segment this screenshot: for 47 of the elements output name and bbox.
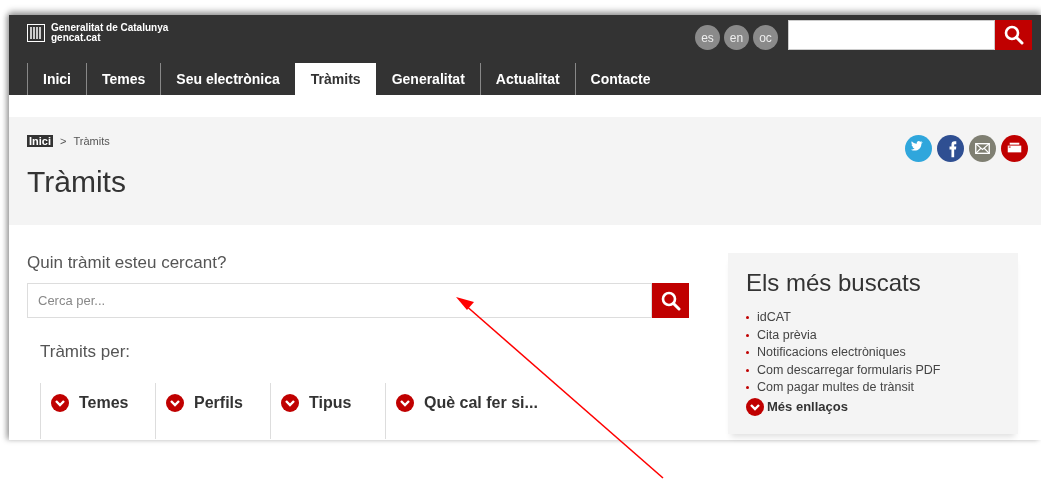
search-button[interactable] [652, 283, 689, 318]
popular-link[interactable]: Cita prèvia [757, 326, 817, 344]
search-label: Quin tràmit esteu cercant? [27, 253, 228, 273]
brand-site[interactable]: gencat.cat [51, 33, 169, 43]
popular-link[interactable]: idCAT [757, 309, 791, 327]
nav-tab[interactable]: Temes [86, 63, 161, 95]
chevron-down-icon [746, 397, 764, 416]
print-icon[interactable] [1001, 135, 1028, 162]
nav-tab[interactable]: Inici [27, 63, 86, 95]
category-tab[interactable]: Perfils [155, 383, 270, 439]
breadcrumb-current: Tràmits [73, 135, 110, 147]
search-field[interactable]: Cerca per... [27, 283, 652, 318]
breadcrumb-separator: > [60, 135, 67, 147]
more-links[interactable]: Més enllaços [746, 397, 1000, 416]
bullet-icon [746, 386, 749, 390]
category-tab[interactable]: Temes [40, 383, 155, 439]
category-tab[interactable]: Tipus [270, 383, 385, 439]
nav-tab[interactable]: Tràmits [294, 63, 376, 95]
bullet-icon [746, 351, 749, 355]
brand-name[interactable]: Generalitat de Catalunya [51, 23, 169, 33]
search-button[interactable] [995, 20, 1032, 50]
chevron-down-icon [51, 394, 69, 412]
card-title: Els més buscats [746, 269, 922, 297]
logo-icon [27, 24, 45, 42]
chevron-down-icon [166, 394, 184, 412]
mail-icon[interactable] [969, 135, 996, 162]
facebook-icon[interactable] [937, 135, 964, 162]
nav-tab[interactable]: Actualitat [479, 63, 575, 95]
page-title: Tràmits [27, 165, 127, 199]
breadcrumb-link[interactable]: Inici [27, 135, 53, 147]
bullet-icon [746, 316, 749, 320]
popular-link[interactable]: Notificacions electròniques [757, 344, 906, 362]
browse-label: Tràmits per: [40, 342, 132, 362]
popular-link[interactable]: Com descarregar formularis PDF [757, 361, 941, 379]
bullet-icon [746, 333, 749, 337]
category-tab[interactable]: Què cal fer si... [385, 383, 558, 439]
site-search-field[interactable] [788, 20, 995, 50]
nav-tab[interactable]: Seu electrònica [160, 63, 295, 95]
nav-tab[interactable]: Contacte [574, 63, 666, 95]
search-icon [660, 290, 681, 311]
search-icon [1003, 25, 1024, 45]
twitter-icon[interactable] [905, 135, 932, 162]
chevron-down-icon [396, 394, 414, 412]
nav-tab[interactable]: Generalitat [375, 63, 480, 95]
bullet-icon [746, 368, 749, 372]
popular-link[interactable]: Com pagar multes de trànsit [757, 379, 914, 397]
chevron-down-icon [281, 394, 299, 412]
